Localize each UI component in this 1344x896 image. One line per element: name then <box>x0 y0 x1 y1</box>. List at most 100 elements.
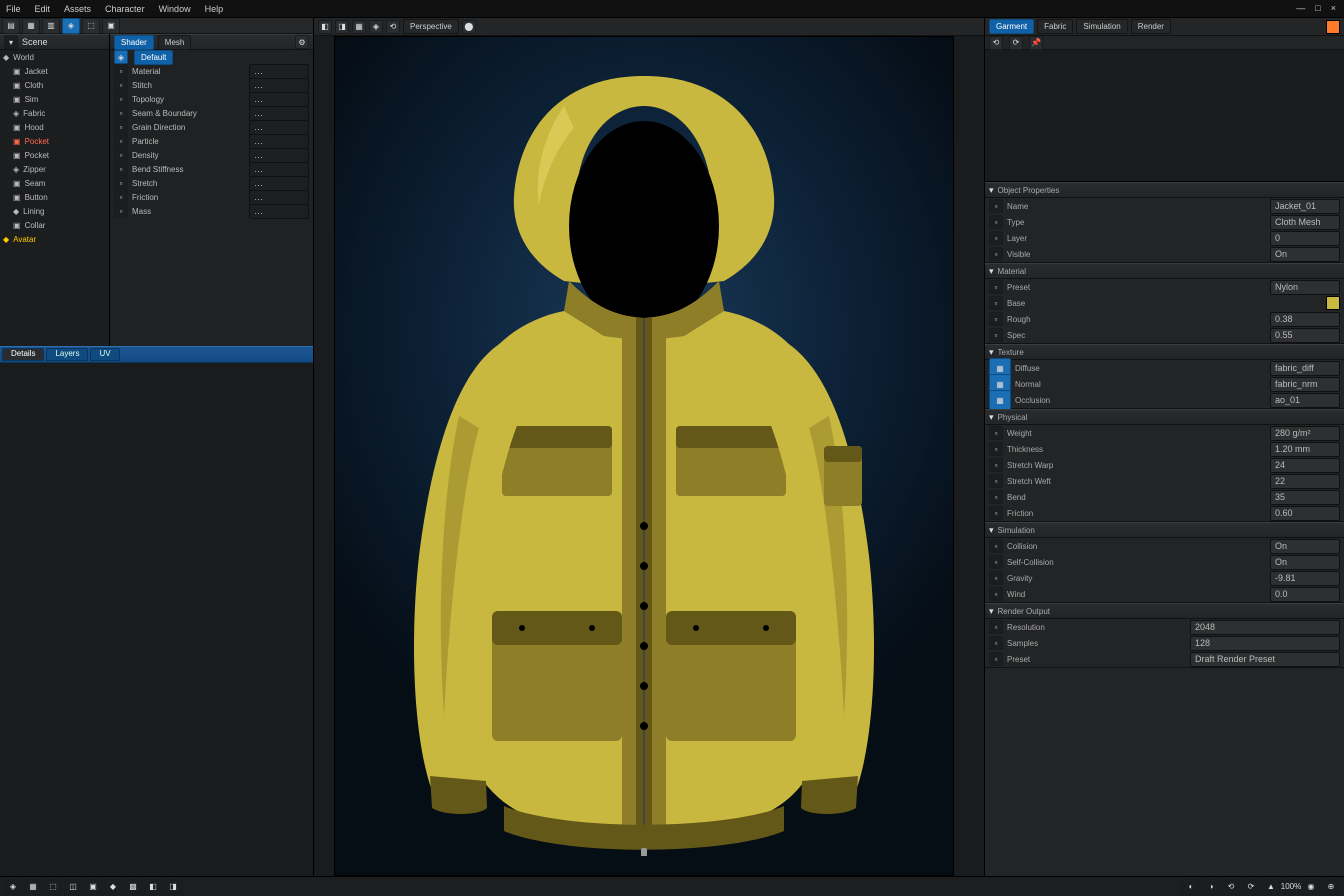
value-field[interactable]: 22 <box>1270 474 1340 489</box>
outliner-item[interactable]: ▣Hood <box>0 120 109 134</box>
property-row[interactable]: ▫Friction… <box>110 190 313 204</box>
inspector-tab[interactable]: Garment <box>989 19 1034 34</box>
chevron-down-icon[interactable]: ▾ <box>989 347 994 358</box>
viewport-btn[interactable]: ◧ <box>318 20 332 34</box>
status-tool-icon[interactable]: ◧ <box>144 879 162 895</box>
tool-icon[interactable]: ◈ <box>62 18 80 34</box>
value-field[interactable]: 0.0 <box>1270 587 1340 602</box>
value-field[interactable]: On <box>1270 539 1340 554</box>
chevron-down-icon[interactable]: ▾ <box>989 606 994 617</box>
property-row[interactable]: ▫Grain Direction… <box>110 120 313 134</box>
property-row[interactable]: ▫Mass… <box>110 204 313 218</box>
prop-value[interactable]: … <box>249 64 309 79</box>
status-tool-icon[interactable]: ⟲ <box>1222 879 1240 895</box>
color-swatch[interactable] <box>1326 296 1340 310</box>
viewport-3d[interactable] <box>334 36 954 876</box>
status-tool-icon[interactable]: ◐ <box>1182 879 1200 895</box>
outliner-item[interactable]: ◆Avatar <box>0 232 109 246</box>
status-tool-icon[interactable]: ▣ <box>84 879 102 895</box>
prop-value[interactable]: … <box>249 120 309 135</box>
value-field[interactable]: On <box>1270 555 1340 570</box>
maximize-button[interactable]: □ <box>1315 3 1320 13</box>
status-tool-icon[interactable]: ⬚ <box>44 879 62 895</box>
status-tool-icon[interactable]: ⟳ <box>1242 879 1260 895</box>
viewport-camera-label[interactable]: Perspective <box>403 19 459 34</box>
viewport-btn[interactable]: ◈ <box>369 20 383 34</box>
prop-value[interactable]: … <box>249 148 309 163</box>
menu-assets[interactable]: Assets <box>64 4 91 14</box>
status-tool-icon[interactable]: ⊕ <box>1322 879 1340 895</box>
value-field[interactable]: -9.81 <box>1270 571 1340 586</box>
preset-icon[interactable]: ◈ <box>114 50 128 64</box>
inspector-tab[interactable]: Simulation <box>1076 19 1127 34</box>
menu-edit[interactable]: Edit <box>35 4 51 14</box>
prop-value[interactable]: … <box>249 190 309 205</box>
value-field[interactable]: Nylon <box>1270 280 1340 295</box>
property-row[interactable]: ▫Density… <box>110 148 313 162</box>
viewport-btn[interactable]: ◨ <box>335 20 349 34</box>
prop-tab[interactable]: Shader <box>114 35 154 50</box>
menu-help[interactable]: Help <box>205 4 224 14</box>
value-field[interactable]: 35 <box>1270 490 1340 505</box>
prop-value[interactable]: … <box>249 106 309 121</box>
property-row[interactable]: ▫Material… <box>110 64 313 78</box>
value-field[interactable]: ao_01 <box>1270 393 1340 408</box>
gear-icon[interactable]: ⚙ <box>295 35 309 49</box>
lower-tab[interactable]: Layers <box>46 348 88 361</box>
prop-value[interactable]: … <box>249 78 309 93</box>
value-field[interactable]: Jacket_01 <box>1270 199 1340 214</box>
outliner-item[interactable]: ▣Cloth <box>0 78 109 92</box>
status-tool-icon[interactable]: ▦ <box>24 879 42 895</box>
outliner-item[interactable]: ▣Sim <box>0 92 109 106</box>
value-field[interactable]: fabric_diff <box>1270 361 1340 376</box>
status-tool-icon[interactable]: ◉ <box>1302 879 1320 895</box>
tool-icon[interactable]: ▣ <box>102 18 120 34</box>
accent-swatch[interactable] <box>1326 20 1340 34</box>
history-icon[interactable]: ⟲ <box>989 36 1003 50</box>
property-row[interactable]: ▫Stretch… <box>110 176 313 190</box>
value-field[interactable]: 0.60 <box>1270 506 1340 521</box>
status-tool-icon[interactable]: ◈ <box>4 879 22 895</box>
minimize-button[interactable]: — <box>1296 3 1305 13</box>
chevron-down-icon[interactable]: ▾ <box>989 185 994 196</box>
property-row[interactable]: ▫Topology… <box>110 92 313 106</box>
viewport-btn[interactable]: ⟲ <box>386 20 400 34</box>
status-tool-icon[interactable]: ◫ <box>64 879 82 895</box>
menu-file[interactable]: File <box>6 4 21 14</box>
value-field[interactable]: 0.55 <box>1270 328 1340 343</box>
property-row[interactable]: ▫Stitch… <box>110 78 313 92</box>
chevron-down-icon[interactable]: ▾ <box>989 525 994 536</box>
value-field[interactable]: 2048 <box>1190 620 1340 635</box>
tool-icon[interactable]: ▦ <box>22 18 40 34</box>
status-tool-icon[interactable]: 100% <box>1282 879 1300 895</box>
preset-chip[interactable]: Default <box>134 50 173 65</box>
viewport-btn[interactable]: ▦ <box>352 20 366 34</box>
status-tool-icon[interactable]: ▲ <box>1262 879 1280 895</box>
tool-icon[interactable]: ▥ <box>42 18 60 34</box>
collapse-icon[interactable]: ▾ <box>4 35 18 49</box>
status-tool-icon[interactable]: ◆ <box>104 879 122 895</box>
value-field[interactable]: 1.20 mm <box>1270 442 1340 457</box>
close-button[interactable]: × <box>1331 3 1336 13</box>
menu-window[interactable]: Window <box>159 4 191 14</box>
prop-tab[interactable]: Mesh <box>158 35 192 50</box>
history-icon[interactable]: ⟳ <box>1009 36 1023 50</box>
outliner-item[interactable]: ◈Zipper <box>0 162 109 176</box>
chevron-down-icon[interactable]: ▾ <box>989 412 994 423</box>
texture-thumb-icon[interactable]: ▦ <box>989 390 1011 410</box>
property-row[interactable]: ▫Seam & Boundary… <box>110 106 313 120</box>
value-field[interactable]: Cloth Mesh <box>1270 215 1340 230</box>
outliner-item[interactable]: ▣Collar <box>0 218 109 232</box>
inspector-tab[interactable]: Render <box>1131 19 1171 34</box>
outliner-item[interactable]: ◆World <box>0 50 109 64</box>
tool-icon[interactable]: ▤ <box>2 18 20 34</box>
value-field[interactable]: Draft Render Preset <box>1190 652 1340 667</box>
property-row[interactable]: ▫Particle… <box>110 134 313 148</box>
prop-value[interactable]: … <box>249 92 309 107</box>
value-field[interactable]: fabric_nrm <box>1270 377 1340 392</box>
tool-icon[interactable]: ⬚ <box>82 18 100 34</box>
value-field[interactable]: 24 <box>1270 458 1340 473</box>
status-tool-icon[interactable]: ▩ <box>124 879 142 895</box>
viewport-btn[interactable]: ⬤ <box>462 20 476 34</box>
menu-character[interactable]: Character <box>105 4 145 14</box>
